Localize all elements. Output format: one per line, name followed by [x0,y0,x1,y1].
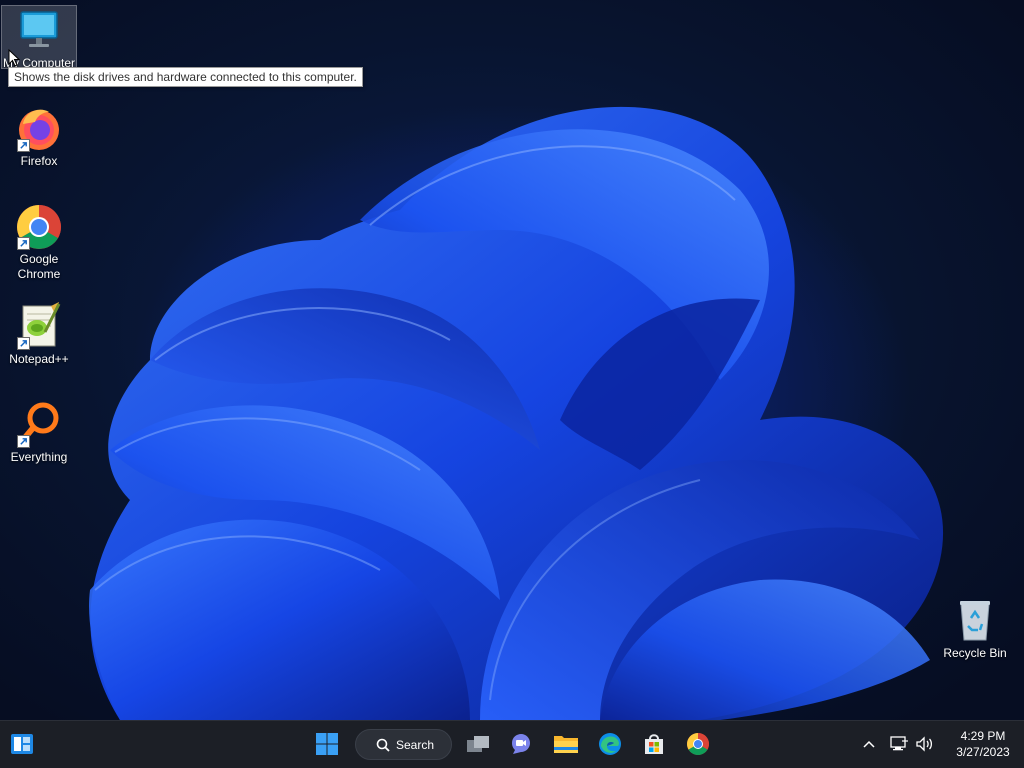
chrome-icon [687,733,709,755]
store-button[interactable] [638,728,670,760]
start-button[interactable] [311,728,343,760]
search-label: Search [396,737,435,752]
clock-time: 4:29 PM [960,729,1006,743]
everything-search-icon [15,400,63,448]
widgets-icon [11,734,33,754]
teams-chat-button[interactable] [505,728,537,760]
shortcut-arrow-icon [17,139,30,152]
file-explorer-button[interactable] [550,728,582,760]
desktop-icon-google-chrome[interactable]: Google Chrome [1,202,77,282]
desktop-icon-label: Everything [10,450,68,464]
desktop-wallpaper [0,0,1024,720]
shortcut-arrow-icon [17,435,30,448]
start-icon [316,733,338,755]
chevron-up-icon [863,740,875,748]
taskbar-search-box[interactable]: Search [355,729,452,760]
widgets-button[interactable] [6,728,38,760]
my-computer-tooltip: Shows the disk drives and hardware conne… [8,67,363,87]
desktop-icon-label: Firefox [20,154,58,168]
monitor-icon [15,6,63,54]
volume-icon [916,736,933,752]
chrome-taskbar-button[interactable] [682,728,714,760]
network-volume-button[interactable] [886,728,938,760]
desktop-icon-everything[interactable]: Everything [1,400,77,465]
clock-date: 3/27/2023 [956,745,1010,759]
file-explorer-icon [554,736,578,753]
clock-button[interactable]: 4:29 PM 3/27/2023 [944,728,1022,760]
show-hidden-icons-button[interactable] [856,728,882,760]
teams-chat-icon [512,734,530,754]
shortcut-arrow-icon [17,237,30,250]
edge-icon [599,733,621,755]
task-view-button[interactable] [462,728,494,760]
desktop-icon-firefox[interactable]: Firefox [1,104,77,169]
notepadpp-icon [15,302,63,350]
task-view-icon [467,736,489,752]
firefox-icon [15,104,63,152]
network-icon [890,736,908,751]
store-icon [645,734,663,754]
shortcut-arrow-icon [17,337,30,350]
desktop-icon-label: Google Chrome [17,252,61,281]
desktop-icon-recycle-bin[interactable]: Recycle Bin [937,596,1013,661]
desktop-icon-label: Notepad++ [9,352,69,366]
desktop-icon-notepadpp[interactable]: Notepad++ [1,302,77,367]
mouse-cursor-icon [8,49,20,67]
edge-button[interactable] [594,728,626,760]
desktop-icon-label: Recycle Bin [943,646,1007,660]
recycle-bin-icon [951,596,999,644]
chrome-icon [15,202,63,250]
search-icon [376,738,390,752]
